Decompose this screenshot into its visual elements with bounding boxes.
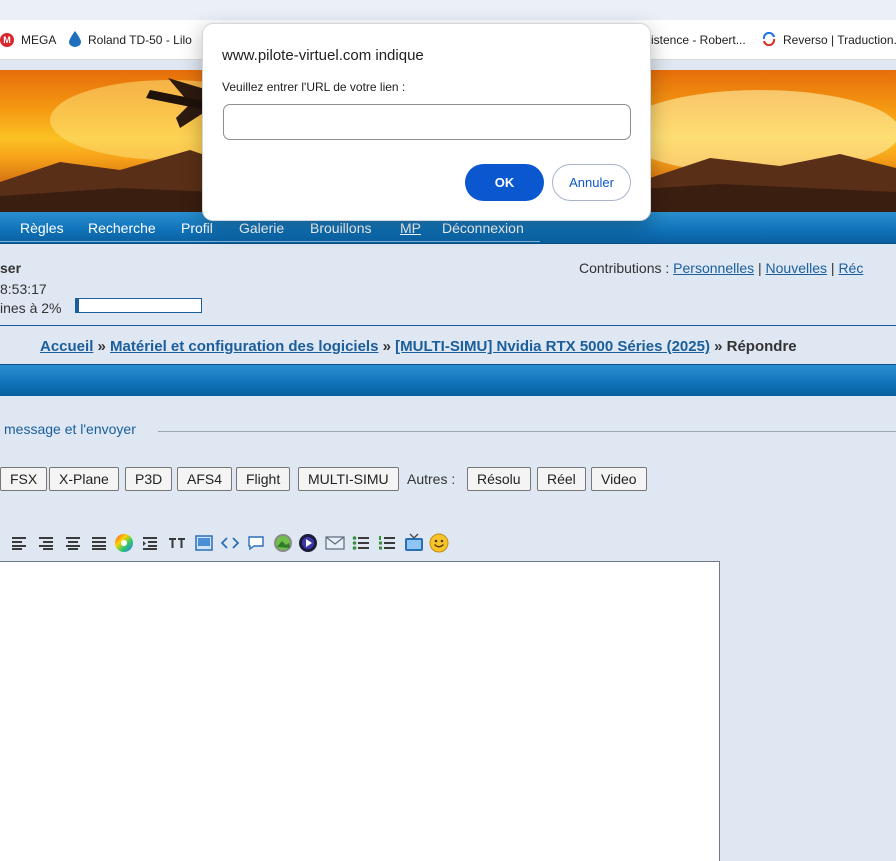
breadcrumb-top-rule [0, 325, 896, 326]
bookmark-label: Roland TD-50 - Lilo [88, 33, 192, 47]
tag-button-resolu[interactable]: Résolu [467, 467, 531, 491]
breadcrumb-separator: » [714, 338, 723, 355]
tag-button-flight[interactable]: Flight [236, 467, 291, 491]
contrib-link-nouvelles[interactable]: Nouvelles [766, 260, 827, 276]
media-icon[interactable] [298, 533, 318, 553]
login-time: 8:53:17 [0, 281, 47, 297]
tag-button-xplane[interactable]: X-Plane [49, 467, 119, 491]
droplet-icon [69, 30, 81, 50]
section-header-bar [0, 364, 896, 396]
dialog-message: Veuillez entrer l'URL de votre lien : [222, 80, 406, 94]
tag-button-fsx[interactable]: FSX [0, 467, 48, 491]
font-size-icon[interactable] [167, 533, 187, 553]
reverso-icon [762, 31, 776, 49]
fieldset-legend: message et l'envoyer [4, 421, 142, 437]
bookmark-roland[interactable]: Roland TD-50 - Lilo [69, 20, 192, 60]
bookmark-robert[interactable]: istence - Robert... [651, 20, 746, 60]
bookmark-label: MEGA [21, 33, 57, 47]
contributions: Contributions : Personnelles | Nouvelles… [579, 260, 864, 276]
bookmark-mega[interactable]: M MEGA [0, 20, 56, 60]
quote-bubble-icon[interactable] [246, 533, 266, 553]
contrib-link-personnelles[interactable]: Personnelles [673, 260, 754, 276]
fieldset-rule [158, 431, 896, 432]
breadcrumb: Accueil » Matériel et configuration des … [40, 338, 797, 355]
tag-button-afs4[interactable]: AFS4 [177, 467, 233, 491]
nav-divider [0, 241, 540, 242]
indent-icon[interactable] [140, 533, 160, 553]
cancel-button[interactable]: Annuler [552, 164, 631, 201]
video-icon[interactable] [404, 533, 424, 553]
code-icon[interactable] [220, 533, 240, 553]
numbered-list-icon[interactable] [377, 533, 397, 553]
align-right-icon[interactable] [36, 533, 56, 553]
message-textarea[interactable] [0, 561, 720, 861]
tag-button-p3d[interactable]: P3D [125, 467, 173, 491]
mega-icon: M [0, 33, 14, 47]
bookmark-label: Reverso | Traduction... [783, 33, 896, 47]
breadcrumb-separator: » [97, 338, 106, 355]
tag-button-video[interactable]: Video [591, 467, 647, 491]
quota-progress-fill [76, 299, 79, 312]
align-center-icon[interactable] [63, 533, 83, 553]
breadcrumb-separator: » [382, 338, 391, 355]
breadcrumb-accueil[interactable]: Accueil [40, 338, 93, 355]
contrib-link-recentes[interactable]: Réc [838, 260, 863, 276]
browser-top-strip [0, 0, 896, 20]
tags-others-label: Autres : [407, 471, 456, 487]
username: ser [0, 260, 22, 276]
nav-regles[interactable]: Règles [20, 212, 64, 244]
ok-button[interactable]: OK [465, 164, 544, 201]
email-icon[interactable] [325, 533, 345, 553]
tag-button-multi-simu[interactable]: MULTI-SIMU [298, 467, 399, 491]
color-wheel-icon[interactable] [114, 533, 134, 553]
align-left-icon[interactable] [9, 533, 29, 553]
quota-progress-bar [75, 298, 202, 313]
box-icon[interactable] [194, 533, 214, 553]
prompt-dialog: www.pilote-virtuel.com indique Veuillez … [202, 23, 651, 221]
nav-recherche[interactable]: Recherche [88, 212, 156, 244]
align-justify-icon[interactable] [89, 533, 109, 553]
smiley-icon[interactable] [429, 533, 449, 553]
quota-label: ines à 2% [0, 300, 62, 316]
bookmark-reverso[interactable]: Reverso | Traduction... [762, 20, 896, 60]
dialog-title: www.pilote-virtuel.com indique [222, 47, 424, 64]
breadcrumb-topic[interactable]: [MULTI-SIMU] Nvidia RTX 5000 Séries (202… [395, 338, 710, 355]
image-icon[interactable] [273, 533, 293, 553]
contributions-label: Contributions : [579, 260, 670, 276]
url-input[interactable] [223, 104, 631, 140]
bookmark-label: istence - Robert... [651, 33, 746, 47]
breadcrumb-current: Répondre [726, 338, 797, 355]
tag-button-reel[interactable]: Réel [537, 467, 586, 491]
breadcrumb-materiel[interactable]: Matériel et configuration des logiciels [110, 338, 378, 355]
bullet-list-icon[interactable] [351, 533, 371, 553]
